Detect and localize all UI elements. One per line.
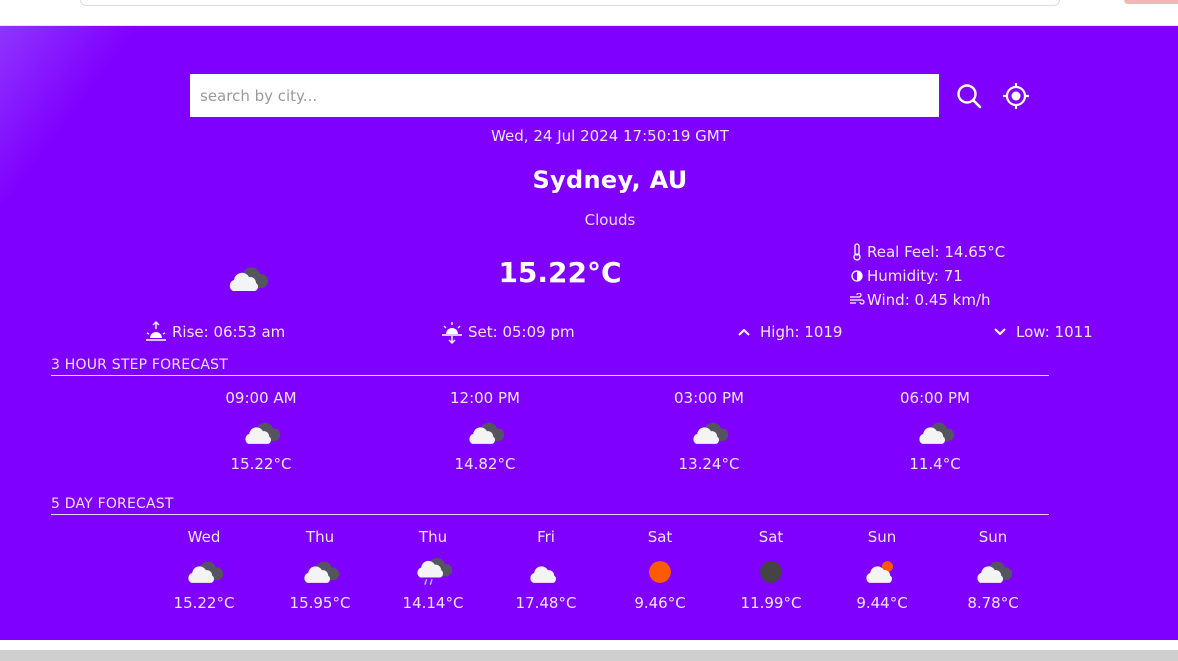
hourly-time: 03:00 PM — [674, 389, 744, 407]
daily-temp: 9.46°C — [634, 594, 686, 612]
daily-temp: 15.22°C — [173, 594, 235, 612]
hourly-temp: 13.24°C — [678, 455, 740, 473]
humidity-icon — [849, 267, 865, 285]
sunset-icon — [440, 320, 464, 344]
daily-temp: 15.95°C — [289, 594, 351, 612]
daily-day: Wed — [187, 528, 221, 546]
address-bar[interactable] — [80, 0, 1060, 6]
humidity-row: Humidity: 71 — [849, 264, 1069, 288]
cloud-icon — [973, 556, 1013, 588]
chevron-up-icon — [732, 320, 756, 344]
local-datetime: Wed, 24 Jul 2024 17:50:19 GMT — [491, 127, 729, 145]
daily-day: Thu — [418, 528, 448, 546]
hourly-forecast-title: 3 HOUR STEP FORECAST — [51, 357, 1049, 376]
location-icon[interactable] — [1002, 82, 1030, 110]
cloud-icon — [184, 556, 224, 588]
hourly-temp: 14.82°C — [454, 455, 516, 473]
hourly-item: 12:00 PM 14.82°C — [425, 389, 545, 475]
wind-row: Wind: 0.45 km/h — [849, 288, 1069, 312]
high-label: High: 1019 — [760, 323, 843, 341]
cloud-icon — [465, 417, 505, 449]
humidity-label: Humidity: 71 — [867, 267, 963, 285]
daily-day: Sat — [647, 528, 673, 546]
browser-button[interactable] — [1124, 0, 1178, 4]
sunrise-icon — [144, 320, 168, 344]
wind-label: Wind: 0.45 km/h — [867, 291, 991, 309]
real-feel-row: Real Feel: 14.65°C — [849, 240, 1069, 264]
real-feel-label: Real Feel: 14.65°C — [867, 243, 1006, 261]
current-temperature: 15.22°C — [498, 256, 622, 289]
thermometer-icon — [849, 243, 865, 261]
city-name: Sydney, AU — [532, 166, 688, 194]
hourly-time: 12:00 PM — [450, 389, 520, 407]
daily-day: Sat — [758, 528, 784, 546]
weather-app: Wed, 24 Jul 2024 17:50:19 GMT Sydney, AU… — [0, 26, 1178, 640]
cloud-icon — [225, 262, 269, 296]
daily-day: Thu — [305, 528, 335, 546]
hourly-item: 09:00 AM 15.22°C — [201, 389, 321, 475]
rain-cloud-icon — [413, 556, 453, 588]
daily-item: Sun 8.78°C — [933, 528, 1053, 614]
hourly-time: 09:00 AM — [225, 389, 297, 407]
daily-item: Thu 14.14°C — [373, 528, 493, 614]
sunset-item: Set: 05:09 pm — [440, 320, 575, 344]
low-label: Low: 1011 — [1016, 323, 1093, 341]
chevron-down-icon — [988, 320, 1012, 344]
daily-forecast-title: 5 DAY FORECAST — [51, 496, 1049, 515]
cloud-icon — [689, 417, 729, 449]
daily-day: Sun — [978, 528, 1008, 546]
daily-day: Sun — [867, 528, 897, 546]
search-input[interactable] — [190, 74, 939, 117]
daily-item: Wed 15.22°C — [144, 528, 264, 614]
hourly-temp: 11.4°C — [909, 455, 961, 473]
cloud-icon — [300, 556, 340, 588]
daily-day: Fri — [537, 528, 555, 546]
daily-item: Thu 15.95°C — [260, 528, 380, 614]
daily-temp: 11.99°C — [740, 594, 802, 612]
daily-temp: 8.78°C — [967, 594, 1019, 612]
white-cloud-icon — [526, 556, 566, 588]
cloud-icon — [241, 417, 281, 449]
hourly-temp: 15.22°C — [230, 455, 292, 473]
sunrise-label: Rise: 06:53 am — [172, 323, 286, 341]
horizontal-scrollbar[interactable] — [0, 650, 1178, 661]
wind-icon — [849, 291, 865, 309]
search-icon[interactable] — [955, 82, 983, 110]
hourly-item: 06:00 PM 11.4°C — [875, 389, 995, 475]
cloud-sun-icon — [862, 556, 902, 588]
sunset-label: Set: 05:09 pm — [468, 323, 575, 341]
browser-bottom — [0, 640, 1178, 661]
daily-temp: 17.48°C — [515, 594, 577, 612]
browser-chrome — [0, 0, 1178, 26]
hourly-time: 06:00 PM — [900, 389, 970, 407]
daily-item: Sat 11.99°C — [711, 528, 831, 614]
daily-temp: 14.14°C — [402, 594, 464, 612]
low-item: Low: 1011 — [988, 320, 1093, 344]
high-item: High: 1019 — [732, 320, 842, 344]
cloud-icon — [915, 417, 955, 449]
weather-details: Real Feel: 14.65°C Humidity: 71 Wind: 0.… — [849, 240, 1069, 312]
moon-icon — [751, 556, 791, 588]
daily-item: Sun 9.44°C — [822, 528, 942, 614]
sun-and-pressure-row: Rise: 06:53 am Set: 05:09 pm High: 1019 … — [0, 320, 1178, 346]
sunrise-item: Rise: 06:53 am — [144, 320, 285, 344]
daily-item: Fri 17.48°C — [486, 528, 606, 614]
daily-item: Sat 9.46°C — [600, 528, 720, 614]
sun-icon — [640, 556, 680, 588]
daily-temp: 9.44°C — [856, 594, 908, 612]
weather-condition: Clouds — [584, 211, 636, 229]
hourly-item: 03:00 PM 13.24°C — [649, 389, 769, 475]
